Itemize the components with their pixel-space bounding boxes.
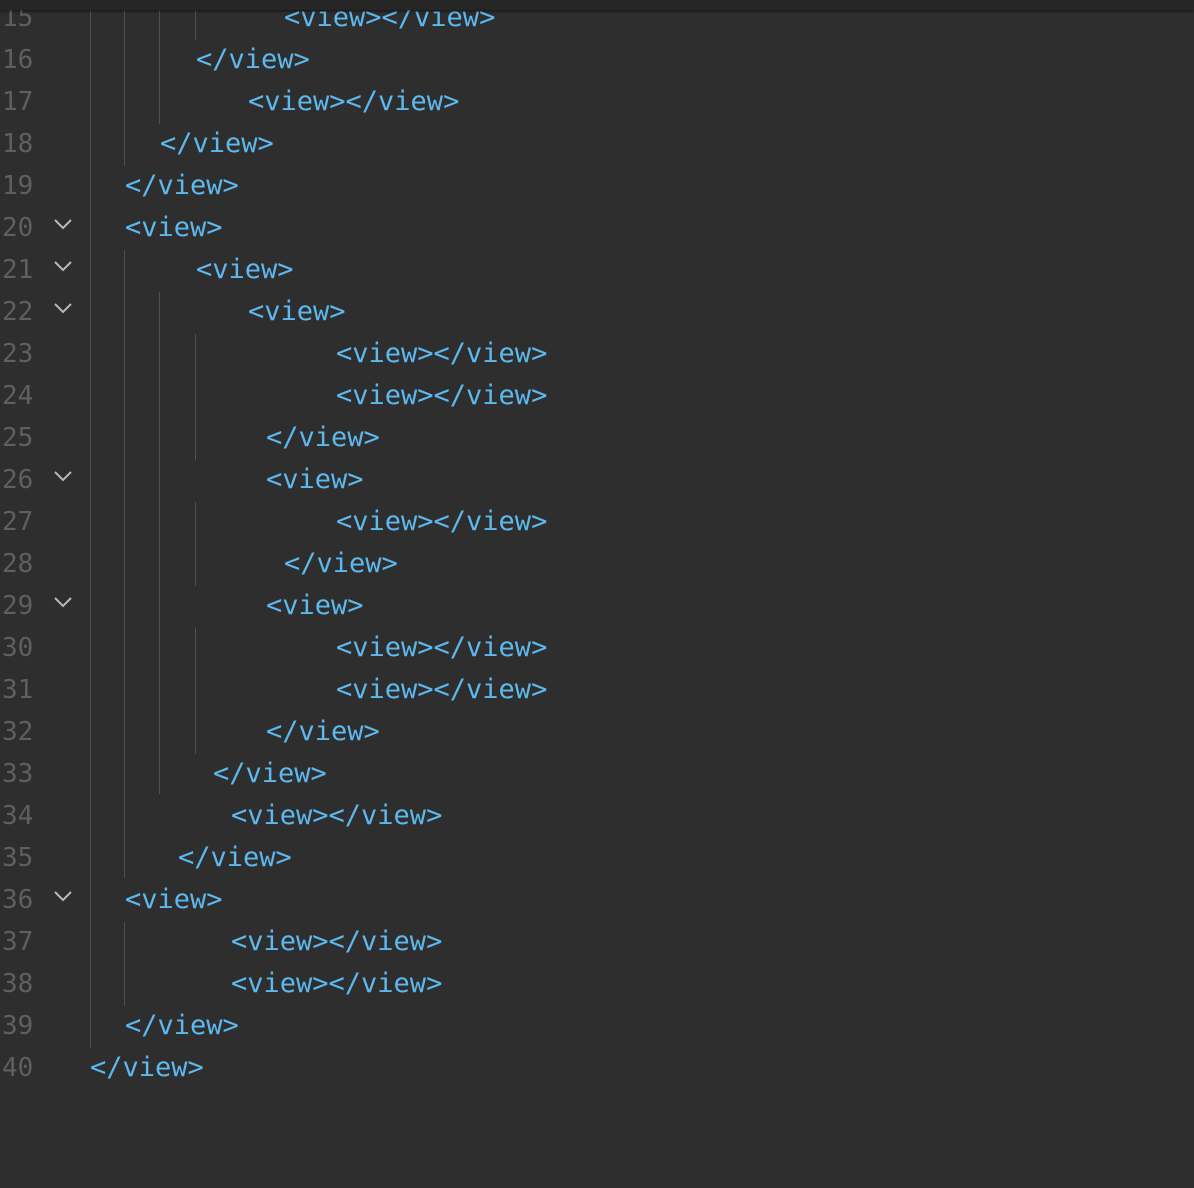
code-line[interactable]: 34 <view></view> xyxy=(0,795,1194,837)
code-line[interactable]: 23 <view></view> xyxy=(0,333,1194,375)
code-line[interactable]: 28 </view> xyxy=(0,543,1194,585)
line-number: 37 xyxy=(2,927,34,957)
code-line[interactable]: 19 </view> xyxy=(0,165,1194,207)
fold-chevron-down-icon[interactable] xyxy=(53,890,73,904)
line-number: 23 xyxy=(2,339,34,369)
line-number: 28 xyxy=(2,549,34,579)
code-text[interactable]: </view> xyxy=(160,123,274,165)
code-text[interactable]: </view> xyxy=(196,39,310,81)
line-number: 39 xyxy=(2,1011,34,1041)
line-number: 27 xyxy=(2,507,34,537)
line-number: 17 xyxy=(2,87,34,117)
code-text[interactable]: </view> xyxy=(284,543,398,585)
code-text[interactable]: <view> xyxy=(266,585,364,627)
code-text[interactable]: <view></view> xyxy=(231,795,442,837)
code-line[interactable]: 16 </view> xyxy=(0,39,1194,81)
line-number: 21 xyxy=(2,255,34,285)
code-line[interactable]: 37 <view></view> xyxy=(0,921,1194,963)
line-number: 19 xyxy=(2,171,34,201)
code-text[interactable]: </view> xyxy=(266,417,380,459)
fold-chevron-down-icon[interactable] xyxy=(53,302,73,316)
fold-chevron-down-icon[interactable] xyxy=(53,218,73,232)
code-line[interactable]: 21 <view> xyxy=(0,249,1194,291)
code-line[interactable]: 31 <view></view> xyxy=(0,669,1194,711)
code-text[interactable]: <view></view> xyxy=(336,627,547,669)
code-text[interactable]: </view> xyxy=(125,1005,239,1047)
code-text[interactable]: </view> xyxy=(125,165,239,207)
line-number: 25 xyxy=(2,423,34,453)
code-text[interactable]: </view> xyxy=(213,753,327,795)
code-text[interactable]: <view></view> xyxy=(336,375,547,417)
code-line[interactable]: 36 <view> xyxy=(0,879,1194,921)
fold-chevron-down-icon[interactable] xyxy=(53,596,73,610)
code-text[interactable]: <view> xyxy=(125,879,223,921)
line-number: 40 xyxy=(2,1053,34,1083)
code-text[interactable]: <view></view> xyxy=(231,963,442,1005)
code-line[interactable]: 26 <view> xyxy=(0,459,1194,501)
code-line[interactable]: 32 </view> xyxy=(0,711,1194,753)
code-text[interactable]: </view> xyxy=(266,711,380,753)
code-line[interactable]: 38 <view></view> xyxy=(0,963,1194,1005)
code-line[interactable]: 33 </view> xyxy=(0,753,1194,795)
code-line[interactable]: 39 </view> xyxy=(0,1005,1194,1047)
fold-chevron-down-icon[interactable] xyxy=(53,260,73,274)
line-number: 38 xyxy=(2,969,34,999)
line-number: 16 xyxy=(2,45,34,75)
line-number: 29 xyxy=(2,591,34,621)
line-number: 20 xyxy=(2,213,34,243)
line-number: 30 xyxy=(2,633,34,663)
line-number: 24 xyxy=(2,381,34,411)
line-number: 33 xyxy=(2,759,34,789)
code-line[interactable]: 30 <view></view> xyxy=(0,627,1194,669)
code-line[interactable]: 40 </view> xyxy=(0,1047,1194,1089)
code-line[interactable]: 24 <view></view> xyxy=(0,375,1194,417)
code-line[interactable]: 17 <view></view> xyxy=(0,81,1194,123)
line-number: 18 xyxy=(2,129,34,159)
line-number: 32 xyxy=(2,717,34,747)
code-line[interactable]: 29 <view> xyxy=(0,585,1194,627)
code-text[interactable]: <view> xyxy=(266,459,364,501)
code-text[interactable]: <view> xyxy=(196,249,294,291)
line-number: 35 xyxy=(2,843,34,873)
line-number: 34 xyxy=(2,801,34,831)
code-text[interactable]: <view></view> xyxy=(336,333,547,375)
code-editor[interactable]: 15 <view></view> 16 </view> 17 <view></view> 1… xyxy=(0,0,1194,1188)
code-line[interactable]: 27 <view></view> xyxy=(0,501,1194,543)
line-number: 26 xyxy=(2,465,34,495)
code-line[interactable]: 18 </view> xyxy=(0,123,1194,165)
editor-tab-bar xyxy=(0,0,1194,10)
code-line[interactable]: 35 </view> xyxy=(0,837,1194,879)
line-number: 31 xyxy=(2,675,34,705)
line-number: 22 xyxy=(2,297,34,327)
code-line[interactable]: 20 <view> xyxy=(0,207,1194,249)
line-number: 36 xyxy=(2,885,34,915)
code-text[interactable]: </view> xyxy=(90,1047,204,1089)
code-line[interactable]: 25 </view> xyxy=(0,417,1194,459)
code-line[interactable]: 22 <view> xyxy=(0,291,1194,333)
fold-chevron-down-icon[interactable] xyxy=(53,470,73,484)
code-text[interactable]: <view></view> xyxy=(336,669,547,711)
code-text[interactable]: <view> xyxy=(248,291,346,333)
code-text[interactable]: <view></view> xyxy=(231,921,442,963)
code-text[interactable]: <view> xyxy=(125,207,223,249)
code-text[interactable]: <view></view> xyxy=(248,81,459,123)
code-text[interactable]: </view> xyxy=(178,837,292,879)
code-text[interactable]: <view></view> xyxy=(336,501,547,543)
